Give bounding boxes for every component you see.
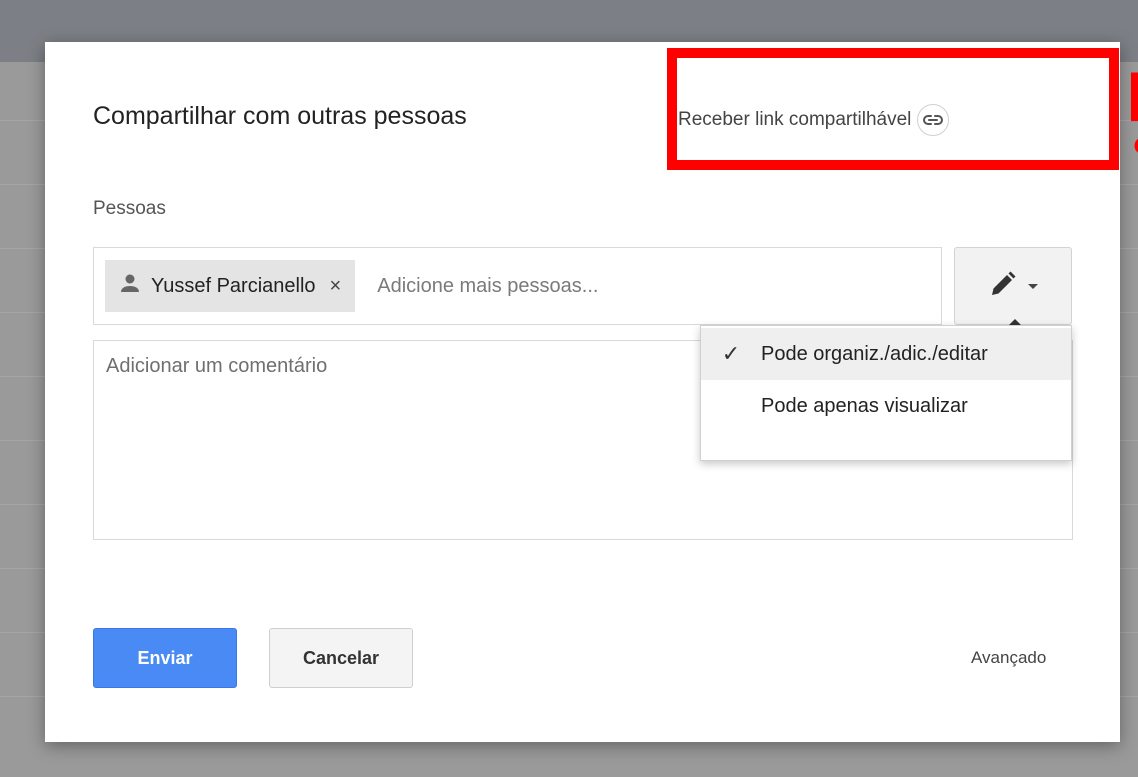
menu-item-label: Pode apenas visualizar: [761, 394, 968, 417]
advanced-link[interactable]: Avançado: [971, 648, 1046, 668]
person-icon: [119, 272, 141, 300]
send-button[interactable]: Enviar: [93, 628, 237, 688]
add-people-input[interactable]: [377, 274, 758, 298]
person-chip[interactable]: Yussef Parcianello ×: [105, 260, 356, 312]
menu-item-label: Pode organiz./adic./editar: [761, 342, 988, 365]
menu-item-can-edit[interactable]: ✓ Pode organiz./adic./editar: [701, 328, 1071, 380]
person-chip-name: Yussef Parcianello: [151, 274, 316, 297]
pencil-icon: [988, 269, 1018, 304]
people-label: Pessoas: [93, 198, 166, 219]
remove-person-icon[interactable]: ×: [330, 275, 342, 298]
highlight-annotation-box: [667, 48, 1119, 170]
people-field[interactable]: Yussef Parcianello ×: [93, 247, 942, 325]
caret-down-icon: [1028, 283, 1038, 289]
cropped-annotation-text: ▌●: [1131, 72, 1138, 172]
permission-dropdown-button[interactable]: [954, 247, 1072, 325]
share-dialog: Compartilhar com outras pessoas Receber …: [45, 42, 1120, 742]
dialog-title: Compartilhar com outras pessoas: [93, 102, 467, 130]
permission-menu: ✓ Pode organiz./adic./editar Pode apenas…: [700, 325, 1072, 461]
menu-item-can-view[interactable]: Pode apenas visualizar: [701, 380, 1071, 432]
cancel-button[interactable]: Cancelar: [269, 628, 413, 688]
checkmark-icon: ✓: [721, 341, 741, 366]
